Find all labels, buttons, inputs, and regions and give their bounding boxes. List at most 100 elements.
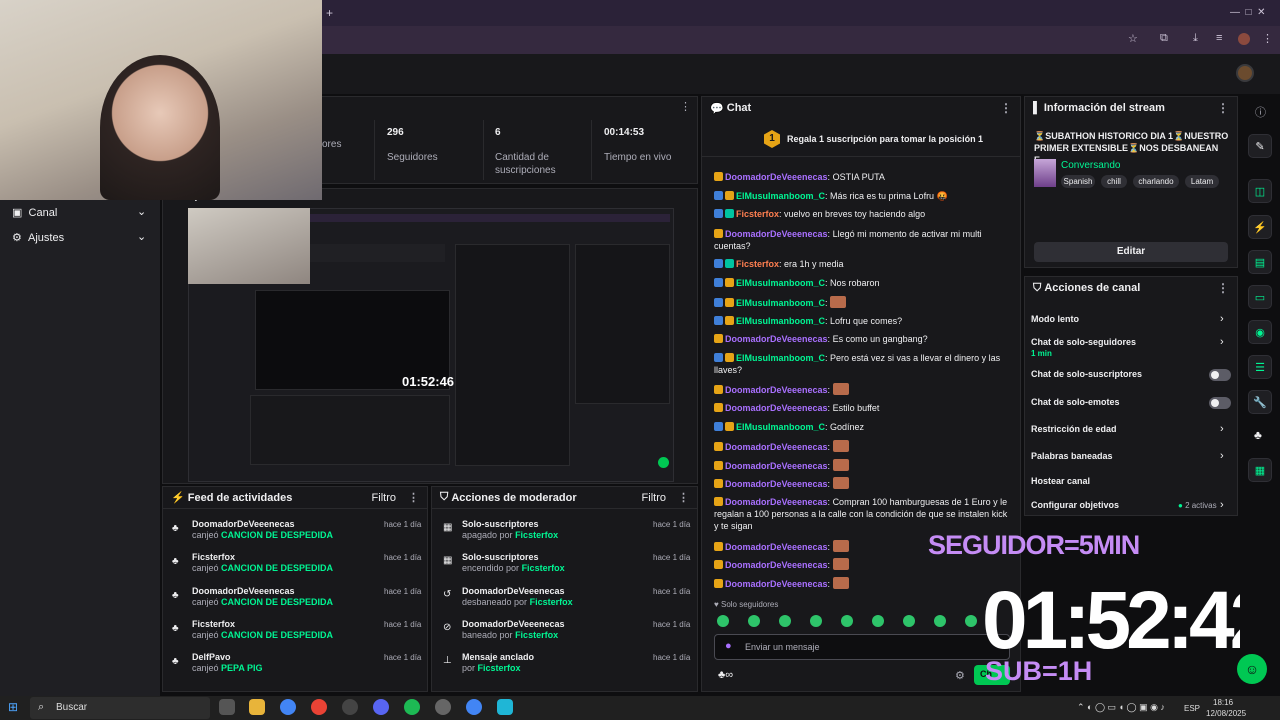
app-icon[interactable] bbox=[311, 699, 327, 715]
info-icon[interactable]: ⓘ bbox=[1255, 104, 1266, 120]
category-name[interactable]: Conversando bbox=[1061, 160, 1120, 171]
profile-avatar[interactable] bbox=[1238, 33, 1250, 45]
chat-message[interactable]: DoomadorDeVeeenecas: bbox=[714, 459, 1010, 472]
tag[interactable]: Latam bbox=[1185, 175, 1219, 188]
feed-item[interactable]: DoomadorDeVeeenecas canjeó CANCION DE DES… bbox=[192, 519, 333, 541]
chat-message[interactable]: DoomadorDeVeeenecas: bbox=[714, 383, 1010, 396]
extensions-icon[interactable]: ⧉ bbox=[1160, 32, 1168, 45]
windows-start-icon[interactable]: ⊞ bbox=[8, 700, 18, 714]
info-menu-icon[interactable]: ⋮ bbox=[1217, 101, 1229, 115]
chat-message[interactable]: Ficsterfox: vuelvo en breves toy haciend… bbox=[714, 208, 1010, 220]
file-explorer-icon[interactable] bbox=[249, 699, 265, 715]
chrome-icon[interactable] bbox=[280, 699, 296, 715]
feed-item[interactable]: DelfPavo canjeó PEPA PIG bbox=[192, 652, 263, 674]
user-avatar[interactable] bbox=[1236, 64, 1254, 82]
chat-message[interactable]: DoomadorDeVeeenecas: Estilo buffet bbox=[714, 402, 1010, 414]
mod-item[interactable]: Mensaje anclado por Ficsterfox bbox=[462, 652, 534, 674]
chat-message[interactable]: DoomadorDeVeeenecas: Compran 100 hamburg… bbox=[714, 496, 1010, 532]
chat-message[interactable]: DoomadorDeVeeenecas: Es como un gangbang… bbox=[714, 333, 1010, 345]
new-tab-button[interactable]: + bbox=[326, 6, 333, 20]
mod-item[interactable]: DoomadorDeVeeenecas desbaneado por Ficste… bbox=[462, 586, 573, 608]
app-icon[interactable] bbox=[435, 699, 451, 715]
chrome-icon[interactable] bbox=[466, 699, 482, 715]
obs-icon[interactable] bbox=[342, 699, 358, 715]
chat-message[interactable]: ElMusulmanboom_C: Lofru que comes? bbox=[714, 315, 1010, 327]
notes-icon[interactable]: ▤ bbox=[1248, 250, 1272, 274]
mod-menu-icon[interactable]: ⋮ bbox=[678, 491, 689, 504]
nav-canal[interactable]: ▣ Canal bbox=[12, 206, 57, 219]
feed-item[interactable]: DoomadorDeVeeenecas canjeó CANCION DE DES… bbox=[192, 586, 333, 608]
chevron-right-icon[interactable]: › bbox=[1220, 450, 1224, 462]
chat-message[interactable]: ElMusulmanboom_C: Más rica es tu prima L… bbox=[714, 190, 1010, 202]
chat-message[interactable]: ElMusulmanboom_C: Godínez bbox=[714, 421, 1010, 433]
mod-item[interactable]: Solo-suscriptores encendido por Ficsterfo… bbox=[462, 552, 565, 574]
edit-icon[interactable]: ✎ bbox=[1248, 134, 1272, 158]
chat-message[interactable]: Ficsterfox: era 1h y media bbox=[714, 258, 1010, 270]
bookmark-star-icon[interactable]: ☆ bbox=[1128, 32, 1138, 45]
chat-settings-icon[interactable]: ⚙ bbox=[955, 669, 965, 682]
toggle-switch[interactable] bbox=[1209, 369, 1231, 381]
chevron-right-icon[interactable]: › bbox=[1220, 499, 1224, 511]
grid-icon[interactable]: ▦ bbox=[1248, 458, 1272, 482]
chevron-right-icon[interactable]: › bbox=[1220, 313, 1224, 325]
emote-bar[interactable] bbox=[714, 613, 1004, 627]
language-indicator[interactable]: ESP bbox=[1184, 704, 1200, 713]
spotify-icon[interactable] bbox=[404, 699, 420, 715]
wrench-icon[interactable]: 🔧 bbox=[1248, 390, 1272, 414]
chat-message[interactable]: DoomadorDeVeeenecas: bbox=[714, 440, 1010, 453]
actions-menu-icon[interactable]: ⋮ bbox=[1217, 281, 1229, 295]
feed-item[interactable]: Ficsterfox canjeó CANCION DE DESPEDIDA bbox=[192, 552, 333, 574]
chat-message[interactable]: DoomadorDeVeeenecas: OSTIA PUTA bbox=[714, 171, 1010, 183]
download-icon[interactable]: ⤓ bbox=[1193, 32, 1198, 45]
toggle-switch[interactable] bbox=[1209, 397, 1231, 409]
channel-action-item[interactable]: Modo lento bbox=[1031, 314, 1079, 324]
emote-picker-icon[interactable]: ♣∞ bbox=[718, 669, 733, 681]
feed-item[interactable]: Ficsterfox canjeó CANCION DE DESPEDIDA bbox=[192, 619, 333, 641]
system-tray-icons[interactable]: ⌃ ◐ ◯ ▭ ◖ ◯ ▣ ◉ ♪ bbox=[1077, 702, 1165, 713]
channel-action-item[interactable]: Palabras baneadas bbox=[1031, 451, 1113, 461]
channel-action-item[interactable]: Restricción de edad bbox=[1031, 424, 1117, 434]
window-controls[interactable]: — □ ✕ bbox=[1230, 7, 1266, 18]
channel-action-item[interactable]: Chat de solo-emotes bbox=[1031, 397, 1120, 407]
layout-icon[interactable]: ☰ bbox=[1248, 355, 1272, 379]
chat-input[interactable]: ● Enviar un mensaje bbox=[714, 634, 1010, 660]
broadcast-icon[interactable]: ◉ bbox=[1248, 320, 1272, 344]
extensions-icon[interactable]: ♣ bbox=[1254, 428, 1262, 442]
channel-action-item[interactable]: Configurar objetivos bbox=[1031, 500, 1119, 510]
bolt-icon[interactable]: ⚡ bbox=[1248, 215, 1272, 239]
discord-icon[interactable] bbox=[373, 699, 389, 715]
chevron-down-icon[interactable]: ⌄ bbox=[137, 230, 146, 243]
chat-message[interactable]: ElMusulmanboom_C: Nos robaron bbox=[714, 277, 1010, 289]
chat-message[interactable]: DoomadorDeVeeenecas: bbox=[714, 577, 1010, 590]
feed-menu-icon[interactable]: ⋮ bbox=[408, 491, 419, 504]
channel-action-item[interactable]: Hostear canal bbox=[1031, 476, 1090, 486]
tag[interactable]: charlando bbox=[1133, 175, 1179, 188]
channel-action-item[interactable]: Chat de solo-seguidores bbox=[1031, 337, 1136, 347]
stats-menu-icon[interactable]: ⋮ bbox=[680, 100, 691, 113]
gift-leaderboard-text[interactable]: Regala 1 suscripción para tomar la posic… bbox=[787, 134, 983, 144]
chat-message[interactable]: DoomadorDeVeeenecas: Llegó mi momento de… bbox=[714, 228, 1010, 252]
help-bubble-icon[interactable]: ☺ bbox=[1237, 654, 1267, 684]
edit-button[interactable]: Editar bbox=[1034, 242, 1228, 262]
mic-icon[interactable]: ● bbox=[725, 640, 732, 652]
tag[interactable]: chill bbox=[1101, 175, 1127, 188]
tag[interactable]: Spanish bbox=[1061, 175, 1095, 188]
mod-item[interactable]: DoomadorDeVeeenecas baneado por Ficsterfo… bbox=[462, 619, 565, 641]
chat-menu-icon[interactable]: ⋮ bbox=[1000, 101, 1012, 115]
chat-message[interactable]: DoomadorDeVeeenecas: bbox=[714, 477, 1010, 490]
chevron-right-icon[interactable]: › bbox=[1220, 423, 1224, 435]
nav-ajustes[interactable]: ⚙ Ajustes bbox=[12, 231, 64, 244]
chat-icon[interactable]: ▭ bbox=[1248, 285, 1272, 309]
chat-message[interactable]: ElMusulmanboom_C: Pero está vez si vas a… bbox=[714, 352, 1010, 376]
mod-item[interactable]: Solo-suscriptores apagado por Ficsterfox bbox=[462, 519, 558, 541]
app-icon[interactable] bbox=[497, 699, 513, 715]
chevron-down-icon[interactable]: ⌄ bbox=[137, 205, 146, 218]
taskbar-search[interactable]: ⌕ Buscar bbox=[30, 697, 210, 719]
browser-menu-icon[interactable]: ⋮ bbox=[1262, 32, 1273, 45]
feed-filter-button[interactable]: Filtro bbox=[372, 492, 396, 504]
clip-icon[interactable]: ◫ bbox=[1248, 179, 1272, 203]
mod-filter-button[interactable]: Filtro bbox=[642, 492, 666, 504]
category-boxart[interactable] bbox=[1034, 159, 1056, 187]
chevron-right-icon[interactable]: › bbox=[1220, 336, 1224, 348]
media-icon[interactable]: ≡ bbox=[1216, 32, 1222, 44]
